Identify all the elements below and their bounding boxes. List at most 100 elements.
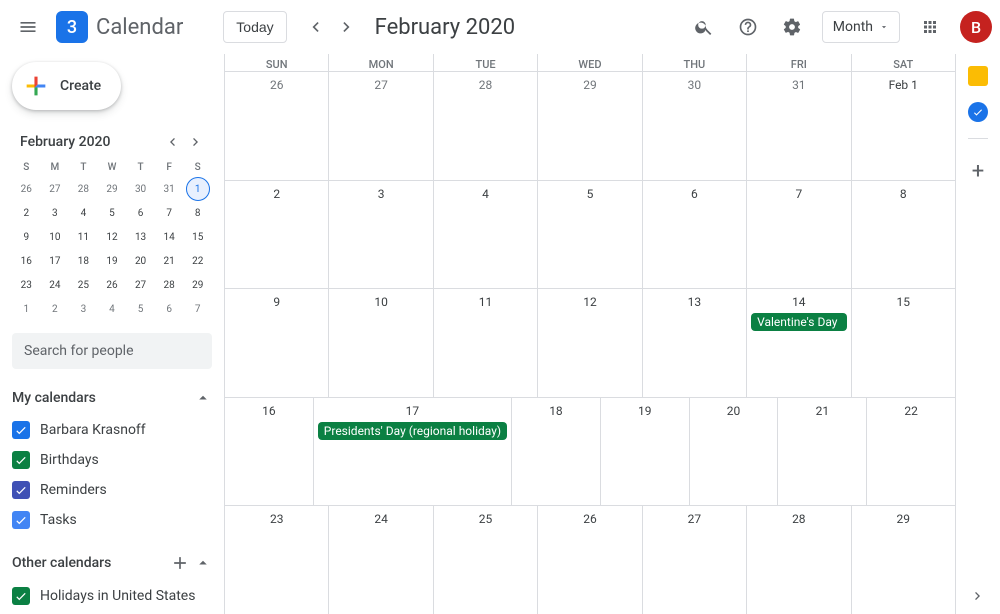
event-chip[interactable]: Valentine's Day (751, 313, 846, 331)
mini-day-cell[interactable]: 26 (100, 273, 124, 297)
day-cell[interactable]: 14Valentine's Day (746, 289, 850, 397)
day-cell[interactable]: 5 (537, 181, 641, 289)
day-cell[interactable]: 10 (328, 289, 432, 397)
mini-day-cell[interactable]: 28 (157, 273, 181, 297)
apps-button[interactable] (910, 7, 950, 47)
calendar-item[interactable]: Birthdays (12, 445, 212, 475)
search-button[interactable] (684, 7, 724, 47)
day-cell[interactable]: 28 (433, 72, 537, 180)
calendar-checkbox[interactable] (12, 511, 30, 529)
hide-panel-button[interactable] (970, 588, 986, 604)
mini-day-cell[interactable]: 9 (14, 225, 38, 249)
mini-day-cell[interactable]: 21 (157, 249, 181, 273)
next-month-button[interactable] (331, 11, 363, 43)
day-cell[interactable]: 12 (537, 289, 641, 397)
keep-icon[interactable] (968, 66, 988, 86)
plus-icon[interactable] (170, 553, 190, 573)
day-cell[interactable]: 28 (746, 506, 850, 614)
mini-prev-button[interactable] (160, 130, 184, 154)
mini-day-cell[interactable]: 13 (129, 225, 153, 249)
prev-month-button[interactable] (299, 11, 331, 43)
event-chip[interactable]: Presidents' Day (regional holiday) (318, 422, 507, 440)
day-cell[interactable]: 31 (746, 72, 850, 180)
mini-day-cell[interactable]: 25 (71, 273, 95, 297)
calendar-checkbox[interactable] (12, 421, 30, 439)
mini-day-cell[interactable]: 31 (157, 177, 181, 201)
day-cell[interactable]: 7 (746, 181, 850, 289)
mini-day-cell[interactable]: 1 (14, 297, 38, 321)
mini-day-cell[interactable]: 11 (71, 225, 95, 249)
settings-button[interactable] (772, 7, 812, 47)
mini-day-cell[interactable]: 29 (186, 273, 210, 297)
help-button[interactable] (728, 7, 768, 47)
day-cell[interactable]: 18 (511, 398, 600, 506)
mini-next-button[interactable] (184, 130, 208, 154)
mini-day-cell[interactable]: 6 (157, 297, 181, 321)
other-calendars-header[interactable]: Other calendars (12, 545, 212, 581)
mini-day-cell[interactable]: 27 (43, 177, 67, 201)
account-avatar[interactable]: B (960, 11, 992, 43)
mini-day-cell[interactable]: 8 (186, 201, 210, 225)
day-cell[interactable]: 26 (537, 506, 641, 614)
day-cell[interactable]: 9 (225, 289, 328, 397)
day-cell[interactable]: 26 (225, 72, 328, 180)
mini-day-cell[interactable]: 12 (100, 225, 124, 249)
day-cell[interactable]: 20 (689, 398, 778, 506)
mini-day-cell[interactable]: 4 (71, 201, 95, 225)
mini-day-cell[interactable]: 6 (129, 201, 153, 225)
day-cell[interactable]: 16 (225, 398, 313, 506)
day-cell[interactable]: Feb 1 (851, 72, 955, 180)
tasks-icon[interactable] (968, 102, 988, 122)
mini-day-cell[interactable]: 26 (14, 177, 38, 201)
mini-day-cell[interactable]: 30 (129, 177, 153, 201)
mini-day-cell[interactable]: 10 (43, 225, 67, 249)
mini-day-cell[interactable]: 7 (157, 201, 181, 225)
mini-day-cell[interactable]: 18 (71, 249, 95, 273)
day-cell[interactable]: 11 (433, 289, 537, 397)
calendar-checkbox[interactable] (12, 451, 30, 469)
day-cell[interactable]: 29 (537, 72, 641, 180)
create-button[interactable]: Create (12, 62, 121, 110)
mini-day-cell[interactable]: 29 (100, 177, 124, 201)
mini-day-cell[interactable]: 28 (71, 177, 95, 201)
day-cell[interactable]: 21 (777, 398, 866, 506)
view-selector[interactable]: Month (822, 11, 900, 43)
day-cell[interactable]: 25 (433, 506, 537, 614)
day-cell[interactable]: 19 (600, 398, 689, 506)
my-calendars-header[interactable]: My calendars (12, 381, 212, 415)
day-cell[interactable]: 17Presidents' Day (regional holiday) (313, 398, 511, 506)
day-cell[interactable]: 3 (328, 181, 432, 289)
calendar-item[interactable]: Barbara Krasnoff (12, 415, 212, 445)
day-cell[interactable]: 22 (866, 398, 955, 506)
day-cell[interactable]: 8 (851, 181, 955, 289)
day-cell[interactable]: 24 (328, 506, 432, 614)
day-cell[interactable]: 27 (328, 72, 432, 180)
calendar-checkbox[interactable] (12, 481, 30, 499)
mini-day-cell[interactable]: 2 (14, 201, 38, 225)
day-cell[interactable]: 2 (225, 181, 328, 289)
search-people-input[interactable]: Search for people (12, 333, 212, 369)
calendar-item[interactable]: Reminders (12, 475, 212, 505)
day-cell[interactable]: 6 (642, 181, 746, 289)
mini-day-cell[interactable]: 24 (43, 273, 67, 297)
main-menu-button[interactable] (8, 7, 48, 47)
mini-day-cell[interactable]: 20 (129, 249, 153, 273)
day-cell[interactable]: 23 (225, 506, 328, 614)
today-button[interactable]: Today (223, 11, 286, 43)
mini-day-cell[interactable]: 4 (100, 297, 124, 321)
mini-day-cell[interactable]: 14 (157, 225, 181, 249)
mini-day-cell[interactable]: 3 (71, 297, 95, 321)
day-cell[interactable]: 4 (433, 181, 537, 289)
mini-day-cell[interactable]: 5 (100, 201, 124, 225)
calendar-item[interactable]: Tasks (12, 505, 212, 535)
mini-day-cell[interactable]: 3 (43, 201, 67, 225)
mini-day-cell[interactable]: 17 (43, 249, 67, 273)
mini-day-cell[interactable]: 2 (43, 297, 67, 321)
day-cell[interactable]: 27 (642, 506, 746, 614)
mini-day-cell[interactable]: 27 (129, 273, 153, 297)
day-cell[interactable]: 30 (642, 72, 746, 180)
mini-day-cell[interactable]: 19 (100, 249, 124, 273)
day-cell[interactable]: 13 (642, 289, 746, 397)
mini-day-cell[interactable]: 16 (14, 249, 38, 273)
add-addon-button[interactable]: + (972, 159, 984, 184)
